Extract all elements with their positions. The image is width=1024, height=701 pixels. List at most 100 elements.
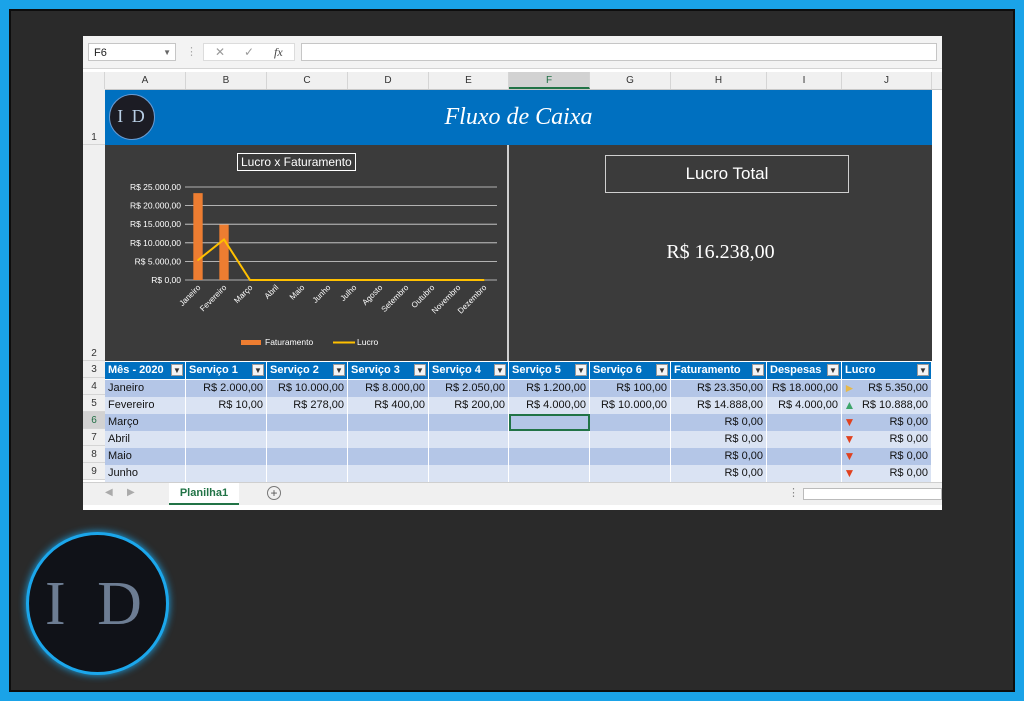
table-cell[interactable] bbox=[590, 448, 671, 465]
table-cell[interactable] bbox=[509, 414, 590, 431]
column-header-g[interactable]: G bbox=[590, 72, 671, 89]
filter-dropdown-icon[interactable]: ▼ bbox=[827, 364, 839, 376]
column-header-cell[interactable]: Serviço 6 ▼ bbox=[590, 362, 671, 379]
table-cell[interactable] bbox=[590, 465, 671, 482]
row-header-3[interactable]: 3 bbox=[83, 361, 105, 378]
column-header-c[interactable]: C bbox=[267, 72, 348, 89]
column-header-cell[interactable]: Serviço 4 ▼ bbox=[429, 362, 509, 379]
name-box[interactable]: F6 ▼ bbox=[88, 43, 176, 61]
filter-dropdown-icon[interactable]: ▼ bbox=[333, 364, 345, 376]
table-cell[interactable] bbox=[590, 431, 671, 448]
table-cell[interactable]: R$ 4.000,00 bbox=[509, 397, 590, 414]
table-cell[interactable] bbox=[348, 414, 429, 431]
column-header-h[interactable]: H bbox=[671, 72, 767, 89]
filter-dropdown-icon[interactable]: ▼ bbox=[252, 364, 264, 376]
filter-dropdown-icon[interactable]: ▼ bbox=[494, 364, 506, 376]
table-cell[interactable]: R$ 0,00 ▼ bbox=[842, 414, 932, 431]
row-header-6[interactable]: 6 bbox=[83, 412, 105, 429]
table-cell[interactable] bbox=[267, 448, 348, 465]
table-cell[interactable]: R$ 10.000,00 bbox=[267, 380, 348, 397]
table-cell[interactable]: R$ 0,00 bbox=[671, 414, 767, 431]
column-header-cell[interactable]: Lucro ▼ bbox=[842, 362, 932, 379]
row-header-4[interactable]: 4 bbox=[83, 378, 105, 395]
table-cell[interactable]: Abril bbox=[105, 431, 186, 448]
table-cell[interactable]: R$ 0,00 ▼ bbox=[842, 465, 932, 482]
table-cell[interactable] bbox=[348, 431, 429, 448]
column-header-i[interactable]: I bbox=[767, 72, 842, 89]
column-header-cell[interactable]: Serviço 1 ▼ bbox=[186, 362, 267, 379]
table-cell[interactable]: Junho bbox=[105, 465, 186, 482]
table-cell[interactable] bbox=[429, 465, 509, 482]
table-cell[interactable]: R$ 100,00 bbox=[590, 380, 671, 397]
table-cell[interactable]: R$ 10.888,00 ▲ bbox=[842, 397, 932, 414]
table-cell[interactable]: R$ 400,00 bbox=[348, 397, 429, 414]
filter-dropdown-icon[interactable]: ▼ bbox=[656, 364, 668, 376]
table-cell[interactable]: R$ 8.000,00 bbox=[348, 380, 429, 397]
table-cell[interactable] bbox=[267, 465, 348, 482]
chart-panel[interactable]: Lucro x Faturamento R$ 25.000,00 R$ 20.00… bbox=[105, 145, 509, 361]
table-cell[interactable]: R$ 0,00 bbox=[671, 448, 767, 465]
filter-dropdown-icon[interactable]: ▼ bbox=[414, 364, 426, 376]
row-header-1[interactable]: 1 bbox=[83, 89, 105, 145]
column-header-cell[interactable]: Serviço 5 ▼ bbox=[509, 362, 590, 379]
column-header-cell[interactable]: Faturamento ▼ bbox=[671, 362, 767, 379]
table-cell[interactable]: R$ 10.000,00 bbox=[590, 397, 671, 414]
table-cell[interactable]: R$ 4.000,00 bbox=[767, 397, 842, 414]
table-cell[interactable] bbox=[429, 414, 509, 431]
table-cell[interactable] bbox=[267, 431, 348, 448]
tab-planilha1[interactable]: Planilha1 bbox=[169, 483, 239, 505]
table-cell[interactable]: R$ 14.888,00 bbox=[671, 397, 767, 414]
column-header-f[interactable]: F bbox=[509, 72, 590, 89]
column-header-cell[interactable]: Despesas ▼ bbox=[767, 362, 842, 379]
column-header-d[interactable]: D bbox=[348, 72, 429, 89]
table-cell[interactable] bbox=[767, 465, 842, 482]
table-cell[interactable]: R$ 200,00 bbox=[429, 397, 509, 414]
table-cell[interactable]: R$ 18.000,00 bbox=[767, 380, 842, 397]
table-cell[interactable] bbox=[767, 414, 842, 431]
table-cell[interactable] bbox=[429, 448, 509, 465]
table-cell[interactable]: R$ 2.000,00 bbox=[186, 380, 267, 397]
filter-dropdown-icon[interactable]: ▼ bbox=[575, 364, 587, 376]
table-cell[interactable]: R$ 2.050,00 bbox=[429, 380, 509, 397]
select-all-corner[interactable] bbox=[83, 72, 105, 89]
chevron-down-icon[interactable]: ▼ bbox=[163, 44, 171, 62]
table-cell[interactable] bbox=[429, 431, 509, 448]
table-cell[interactable] bbox=[590, 414, 671, 431]
column-header-cell[interactable]: Serviço 2 ▼ bbox=[267, 362, 348, 379]
table-cell[interactable] bbox=[186, 465, 267, 482]
filter-dropdown-icon[interactable]: ▼ bbox=[752, 364, 764, 376]
table-cell[interactable] bbox=[186, 414, 267, 431]
column-header-e[interactable]: E bbox=[429, 72, 509, 89]
row-header-8[interactable]: 8 bbox=[83, 446, 105, 463]
table-cell[interactable] bbox=[767, 431, 842, 448]
filter-dropdown-icon[interactable]: ▼ bbox=[171, 364, 183, 376]
table-cell[interactable]: R$ 0,00 ▼ bbox=[842, 448, 932, 465]
table-cell[interactable]: Maio bbox=[105, 448, 186, 465]
row-header-7[interactable]: 7 bbox=[83, 429, 105, 446]
column-header-cell[interactable]: Serviço 3 ▼ bbox=[348, 362, 429, 379]
prev-sheet-icon[interactable]: ◀ bbox=[105, 487, 113, 498]
table-cell[interactable] bbox=[186, 431, 267, 448]
cancel-icon[interactable]: ✕ bbox=[215, 45, 225, 59]
table-cell[interactable] bbox=[509, 465, 590, 482]
column-header-a[interactable]: A bbox=[105, 72, 186, 89]
table-cell[interactable]: R$ 10,00 bbox=[186, 397, 267, 414]
table-cell[interactable]: R$ 5.350,00 ► bbox=[842, 380, 932, 397]
horizontal-scrollbar[interactable] bbox=[803, 488, 942, 500]
table-cell[interactable]: Janeiro bbox=[105, 380, 186, 397]
table-cell[interactable]: R$ 0,00 ▼ bbox=[842, 431, 932, 448]
table-cell[interactable] bbox=[348, 448, 429, 465]
table-cell[interactable] bbox=[348, 465, 429, 482]
split-handle-icon[interactable]: ⋮ bbox=[788, 486, 799, 499]
column-header-j[interactable]: J bbox=[842, 72, 932, 89]
row-header-5[interactable]: 5 bbox=[83, 395, 105, 412]
table-cell[interactable] bbox=[509, 448, 590, 465]
table-cell[interactable]: R$ 23.350,00 bbox=[671, 380, 767, 397]
column-header-cell[interactable]: Mês - 2020 ▼ bbox=[105, 362, 186, 379]
table-cell[interactable]: R$ 1.200,00 bbox=[509, 380, 590, 397]
table-cell[interactable]: R$ 278,00 bbox=[267, 397, 348, 414]
formula-input[interactable] bbox=[301, 43, 937, 61]
table-cell[interactable]: Março bbox=[105, 414, 186, 431]
table-cell[interactable]: Fevereiro bbox=[105, 397, 186, 414]
table-cell[interactable]: R$ 0,00 bbox=[671, 431, 767, 448]
